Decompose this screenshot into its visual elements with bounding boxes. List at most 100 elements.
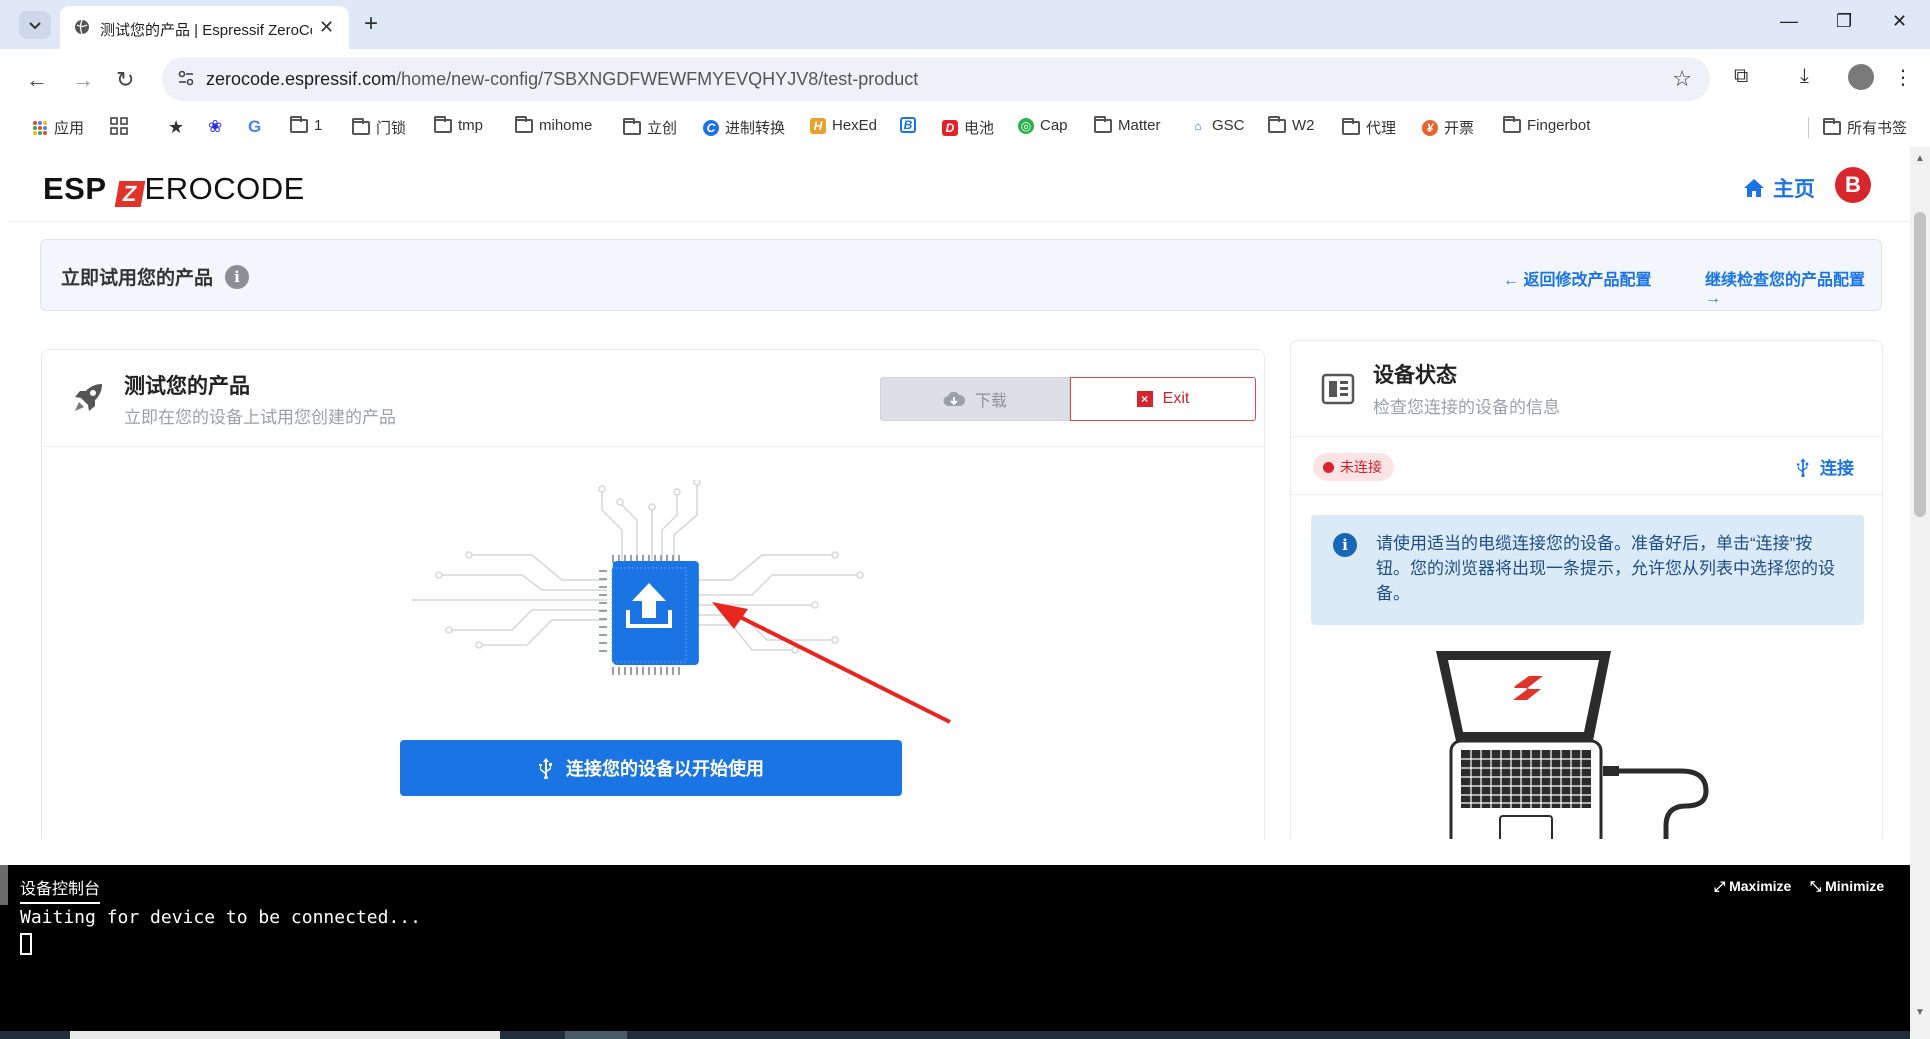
scroll-up-icon[interactable]: ▲: [1915, 153, 1925, 164]
bookmark-folder-w2[interactable]: W2: [1268, 115, 1315, 134]
bookmark-label: GSC: [1212, 117, 1245, 134]
bookmark-label: tmp: [458, 117, 484, 134]
site-settings-icon[interactable]: [177, 69, 195, 87]
globe-icon: [75, 19, 89, 35]
console-log: Waiting for device to be connected...: [20, 907, 421, 928]
bookmark-apps[interactable]: 应用: [32, 117, 84, 138]
folder-icon: [352, 117, 370, 135]
bookmark-folder-matter[interactable]: Matter: [1094, 115, 1161, 134]
bookmark-label: 应用: [54, 120, 85, 137]
download-icon[interactable]: ⤓: [1800, 65, 1809, 88]
usb-icon: [1796, 457, 1809, 477]
close-icon[interactable]: ✕: [319, 17, 334, 38]
star-icon[interactable]: ★: [168, 117, 184, 138]
bookmark-folder-lichuang[interactable]: 立创: [623, 117, 677, 138]
bookmark-gsc[interactable]: ⌂ GSC: [1190, 117, 1245, 134]
bookmark-battery[interactable]: D 电池: [942, 117, 994, 138]
continue-review-link[interactable]: 继续检查您的产品配置 →: [1705, 266, 1881, 308]
bookmark-folder-tmp[interactable]: tmp: [434, 115, 484, 134]
bookmark-label: HexEd: [832, 117, 878, 134]
scroll-down-icon[interactable]: ▼: [1915, 1007, 1925, 1018]
plus-icon[interactable]: +: [364, 10, 378, 38]
test-product-subtitle: 立即在您的设备上试用您创建的产品: [124, 408, 396, 427]
gsc-icon: ⌂: [1190, 117, 1206, 134]
active-tab[interactable]: 测试您的产品 | Espressif ZeroCode ✕: [60, 6, 349, 49]
url-input[interactable]: zerocode.espressif.com/home/new-config/7…: [162, 57, 1710, 101]
user-avatar[interactable]: B: [1835, 167, 1871, 203]
star-icon[interactable]: ☆: [1672, 66, 1692, 92]
info-icon: i: [1333, 533, 1357, 557]
forward-icon[interactable]: →: [72, 67, 94, 93]
page-scrollbar[interactable]: ▲ ▼: [1910, 147, 1930, 1039]
scroll-thumb[interactable]: [1914, 212, 1926, 517]
bookmark-label: Fingerbot: [1527, 117, 1591, 134]
reload-icon[interactable]: ↻: [116, 67, 134, 93]
google-icon[interactable]: G: [248, 117, 261, 137]
bookmark-hexed[interactable]: H HexEd: [810, 117, 877, 134]
folder-icon: [434, 115, 452, 133]
connect-link-label: 连接: [1820, 459, 1854, 478]
page-viewport: ESP Z EROCODE 主页 B 立即试用您的产品 i ← 返回修改产品配置 继…: [10, 147, 1910, 839]
grid-icon[interactable]: [110, 117, 128, 135]
usb-icon: [539, 758, 552, 779]
home-link[interactable]: 主页: [1743, 173, 1815, 203]
console-tab[interactable]: 设备控制台: [20, 875, 101, 904]
grid-glyph: [110, 117, 128, 135]
bookmark-label: 代理: [1366, 120, 1397, 137]
status-dot-icon: [1323, 461, 1334, 473]
folder-icon: [290, 115, 308, 133]
maximize-button[interactable]: ⤢ Maximize: [1714, 878, 1791, 895]
connect-device-label: 连接您的设备以开始使用: [566, 759, 764, 779]
esp-zerocode-logo[interactable]: ESP Z EROCODE: [43, 171, 305, 207]
folder-icon: [1094, 115, 1112, 133]
device-console: 设备控制台 ⤢ Maximize ⤡ Minimize Waiting for …: [0, 865, 1910, 1031]
download-button[interactable]: 下载: [880, 377, 1070, 421]
restore-icon[interactable]: ❐: [1836, 11, 1852, 32]
url-path: /home/new-config/7SBXNGDFWEWFMYEVQHYJV8/…: [396, 69, 919, 89]
back-to-config-link[interactable]: ← 返回修改产品配置: [1503, 266, 1651, 290]
bookmark-invoice[interactable]: ¥ 开票: [1422, 117, 1474, 138]
test-product-title: 测试您的产品: [124, 375, 250, 398]
bookmark-label: 所有书签: [1847, 120, 1908, 137]
connect-link[interactable]: 连接: [1796, 454, 1854, 479]
minimize-button[interactable]: ⤡ Minimize: [1810, 878, 1884, 895]
home-icon: [1744, 179, 1764, 197]
exit-button[interactable]: × Exit: [1070, 377, 1256, 421]
device-info-icon: [1321, 373, 1355, 405]
folder-icon: [1268, 115, 1286, 133]
rocket-icon: [75, 384, 102, 411]
bookmark-base-convert[interactable]: C 进制转换: [703, 117, 785, 138]
device-status-card: 设备状态 检查您连接的设备的信息 未连接 连接 i 请使用适当的电缆连接您的设备…: [1290, 340, 1883, 839]
info-icon[interactable]: i: [225, 264, 250, 289]
bookmark-label: 电池: [964, 120, 995, 137]
window-close-icon[interactable]: ✕: [1892, 11, 1907, 32]
profile-avatar[interactable]: [1848, 64, 1874, 90]
bookmark-folder-lock[interactable]: 门锁: [352, 117, 406, 138]
extensions-icon[interactable]: ⧉: [1734, 65, 1748, 88]
minimize-icon[interactable]: —: [1780, 11, 1798, 32]
menu-icon[interactable]: ⋮: [1893, 65, 1913, 90]
bookmark-cap[interactable]: ◎ Cap: [1018, 117, 1068, 134]
home-label: 主页: [1773, 178, 1815, 201]
connect-device-button[interactable]: 连接您的设备以开始使用: [400, 740, 902, 796]
back-icon[interactable]: ←: [26, 67, 48, 93]
taskbar-segment: [70, 1031, 500, 1039]
browser-tab-bar: 测试您的产品 | Espressif ZeroCode ✕ + — ❐ ✕: [0, 0, 1930, 49]
bookmark-b[interactable]: B: [900, 117, 916, 133]
bookmark-folder-fingerbot[interactable]: Fingerbot: [1503, 115, 1591, 134]
close-square-icon: ×: [1136, 391, 1153, 407]
folder-icon: [1503, 115, 1521, 133]
tab-search-button[interactable]: [19, 11, 51, 39]
bookmark-folder-mihome[interactable]: mihome: [515, 115, 592, 134]
bookmark-folder-1[interactable]: 1: [290, 115, 322, 134]
address-bar: ← → ↻ zerocode.espressif.com/home/new-co…: [0, 49, 1930, 109]
chevron-down-icon: [29, 22, 41, 30]
all-bookmarks[interactable]: 所有书签: [1808, 117, 1907, 138]
banner-title: 立即试用您的产品: [61, 268, 214, 289]
invoice-icon: ¥: [1422, 119, 1438, 136]
cap-icon: ◎: [1018, 117, 1034, 134]
baidu-icon[interactable]: ❀: [208, 117, 222, 137]
logo-esp: ESP: [43, 171, 107, 206]
console-cursor[interactable]: [20, 933, 32, 955]
bookmark-folder-proxy[interactable]: 代理: [1342, 117, 1396, 138]
